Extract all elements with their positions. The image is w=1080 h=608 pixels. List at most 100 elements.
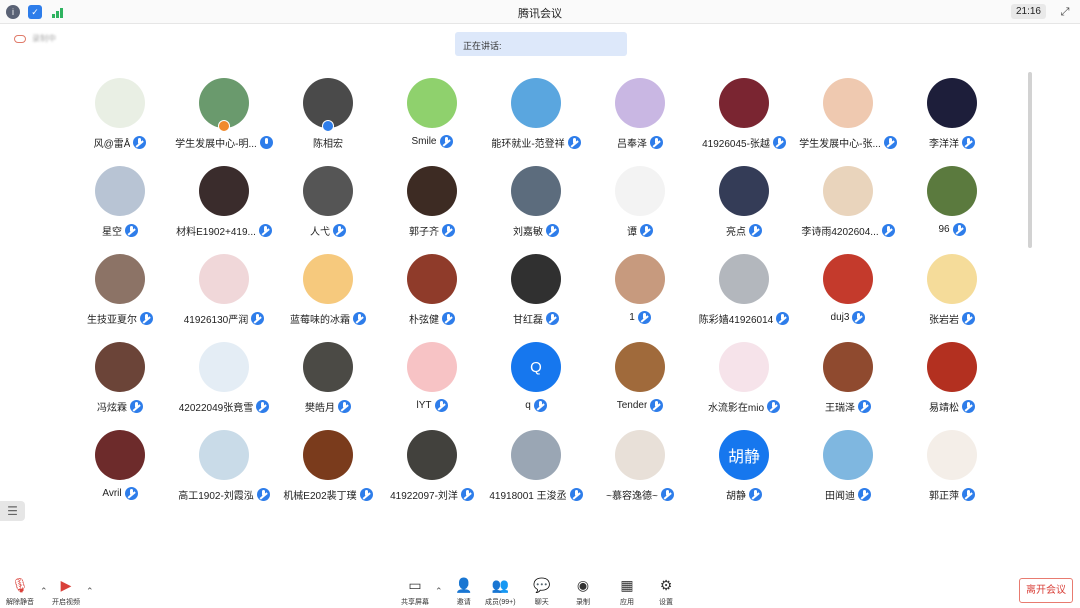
record-button[interactable]: ◉ 录制	[576, 577, 590, 607]
mic-muted-icon	[124, 487, 138, 500]
participant-tile[interactable]: Smile	[380, 78, 484, 166]
participant-name: 学生发展中心-明...	[175, 139, 257, 150]
participant-name: 水流影在mio	[707, 403, 765, 414]
participant-tile[interactable]: 张岩岩	[900, 254, 1004, 342]
audio-options-caret[interactable]: ⌃	[40, 586, 48, 597]
avatar	[199, 166, 249, 216]
avatar	[615, 166, 665, 216]
leave-meeting-button[interactable]: 离开会议	[1019, 578, 1073, 603]
avatar	[199, 342, 249, 392]
participant-tile[interactable]: 蓝莓味的冰霜	[276, 254, 380, 342]
participant-name: 谭	[627, 227, 637, 238]
mic-muted-icon	[338, 400, 351, 413]
mic-muted-icon	[749, 224, 762, 237]
participant-tile[interactable]: 人弋	[276, 166, 380, 254]
participant-name: 陈相宏	[313, 139, 343, 150]
mic-muted-icon	[251, 312, 265, 325]
chat-button[interactable]: 💬 聊天	[533, 577, 550, 607]
participant-tile[interactable]: Tender	[588, 342, 692, 430]
participant-tile[interactable]: 机械E202裴丁璞	[276, 430, 380, 518]
mic-muted-icon	[533, 399, 547, 412]
participant-tile[interactable]: 学生发展中心-张...	[796, 78, 900, 166]
avatar	[719, 342, 769, 392]
participant-tile[interactable]: 星空	[68, 166, 172, 254]
participant-tile[interactable]: 高工1902-刘霞泓	[172, 430, 276, 518]
mic-muted-icon	[749, 488, 762, 501]
participant-tile[interactable]: 田闻迪	[796, 430, 900, 518]
mic-muted-icon	[258, 224, 272, 237]
share-screen-button[interactable]: ▭ 共享屏幕	[401, 577, 429, 607]
participant-tile[interactable]: 郭正萍	[900, 430, 1004, 518]
participant-tile[interactable]: 41922097-刘洋	[380, 430, 484, 518]
mic-muted-icon	[962, 312, 975, 325]
participant-tile[interactable]: 刘嘉敏	[484, 166, 588, 254]
mic-muted-icon	[858, 400, 871, 413]
record-icon: ◉	[576, 577, 590, 593]
participant-name: 易靖松	[929, 403, 959, 414]
participant-tile[interactable]: 陈彩嫱41926014	[692, 254, 796, 342]
participant-tile[interactable]: 吕奉泽	[588, 78, 692, 166]
participant-tile[interactable]: 1	[588, 254, 692, 342]
participant-tile[interactable]: 能环就业-范登祥	[484, 78, 588, 166]
participant-tile[interactable]: Qq	[484, 342, 588, 430]
mic-muted-icon	[637, 311, 651, 324]
participant-tile[interactable]: ~慕容逸德~	[588, 430, 692, 518]
mic-muted-icon	[640, 224, 653, 237]
participant-tile[interactable]: 生技亚夏尔	[68, 254, 172, 342]
members-button[interactable]: 👥 成员(99+)	[485, 577, 516, 607]
apps-icon: ▦	[620, 577, 634, 593]
participant-tile[interactable]: duj3	[796, 254, 900, 342]
recording-indicator: 录制中	[14, 33, 56, 44]
avatar	[927, 78, 977, 128]
avatar	[303, 78, 353, 132]
avatar	[407, 166, 457, 216]
apps-button[interactable]: ▦ 应用	[620, 577, 634, 607]
avatar	[303, 166, 353, 216]
chat-icon: 💬	[533, 577, 551, 593]
participant-tile[interactable]: 水流影在mio	[692, 342, 796, 430]
participant-tile[interactable]: 41926130严润	[172, 254, 276, 342]
participant-tile[interactable]: 风@雷Å	[68, 78, 172, 166]
participant-tile[interactable]: 材料E1902+419...	[172, 166, 276, 254]
unmute-button[interactable]: 🎙 解除静音	[6, 577, 34, 607]
participant-tile[interactable]: 易靖松	[900, 342, 1004, 430]
participant-tile[interactable]: 陈相宏	[276, 78, 380, 166]
participant-tile[interactable]: 亮点	[692, 166, 796, 254]
member-list-toggle[interactable]: ☰	[0, 501, 25, 521]
participant-tile[interactable]: 谭	[588, 166, 692, 254]
gear-icon: ⚙	[659, 577, 673, 593]
avatar	[719, 78, 769, 128]
participant-tile[interactable]: 学生发展中心-明...	[172, 78, 276, 166]
participant-tile[interactable]: 李洋洋	[900, 78, 1004, 166]
participant-name: 风@雷Å	[93, 139, 131, 150]
participant-tile[interactable]: 樊皓月	[276, 342, 380, 430]
participant-name: 李诗雨4202604...	[801, 227, 879, 238]
title-bar: i ✓ 腾讯会议 21:16 ⤢	[0, 0, 1080, 24]
participant-tile[interactable]: 41918001 王浚丞	[484, 430, 588, 518]
participant-tile[interactable]: 甘红磊	[484, 254, 588, 342]
participant-tile[interactable]: lYT	[380, 342, 484, 430]
participant-tile[interactable]: 41926045-张越	[692, 78, 796, 166]
participant-name: 王瑞泽	[825, 403, 855, 414]
fullscreen-icon[interactable]: ⤢	[1058, 5, 1072, 19]
participant-tile[interactable]: 96	[900, 166, 1004, 254]
invite-button[interactable]: 👤 邀请	[455, 577, 472, 607]
participant-tile[interactable]: Avril	[68, 430, 172, 518]
participant-tile[interactable]: 李诗雨4202604...	[796, 166, 900, 254]
avatar	[511, 430, 561, 480]
avatar	[615, 254, 665, 304]
participant-tile[interactable]: 胡静 胡静	[692, 430, 796, 518]
start-video-button[interactable]: ▶ 开启视频	[52, 577, 80, 607]
grid-scrollbar[interactable]	[1028, 72, 1032, 248]
participant-tile[interactable]: 王瑞泽	[796, 342, 900, 430]
settings-button[interactable]: ⚙ 设置	[659, 577, 673, 607]
participant-name: 亮点	[726, 227, 746, 238]
participant-tile[interactable]: 42022049张竟雪	[172, 342, 276, 430]
avatar	[95, 254, 145, 304]
participant-tile[interactable]: 朴弦健	[380, 254, 484, 342]
participant-tile[interactable]: 冯炫霖	[68, 342, 172, 430]
video-options-caret[interactable]: ⌃	[86, 586, 94, 597]
share-options-caret[interactable]: ⌃	[435, 586, 443, 597]
participant-name: 41922097-刘洋	[390, 491, 458, 502]
participant-tile[interactable]: 郭子齐	[380, 166, 484, 254]
